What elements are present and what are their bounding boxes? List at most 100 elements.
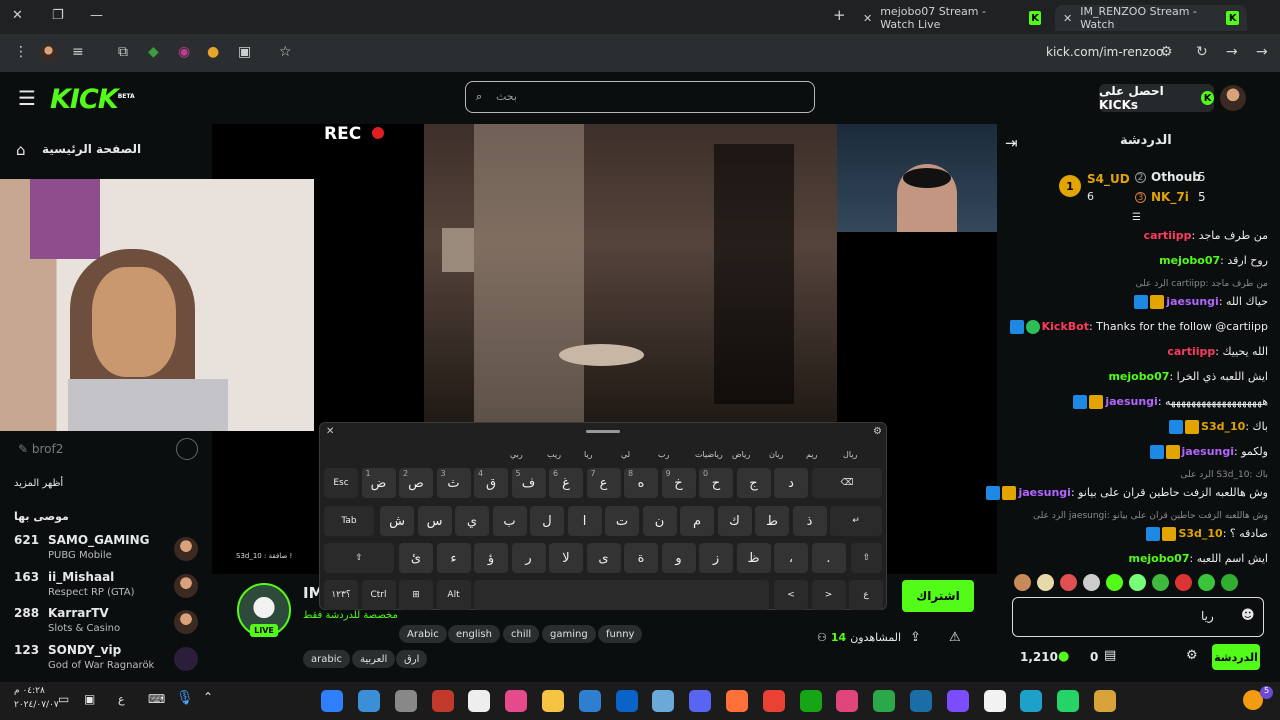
- keyboard-key[interactable]: د: [774, 468, 808, 498]
- keyboard-key[interactable]: ج: [736, 468, 771, 498]
- keyboard-key[interactable]: ز: [699, 543, 733, 573]
- keyboard-key[interactable]: س: [417, 506, 452, 536]
- keyboard-key[interactable]: 9خ: [661, 468, 696, 498]
- keyboard-suggestion[interactable]: ريان: [769, 450, 783, 459]
- emote-bar[interactable]: [1014, 574, 1264, 594]
- leader-name[interactable]: Othoub: [1151, 170, 1201, 184]
- keyboard-key[interactable]: 8ه: [624, 468, 658, 498]
- collapse-icon[interactable]: [176, 438, 198, 460]
- keyboard-key[interactable]: لا: [549, 543, 583, 573]
- mail-icon[interactable]: [652, 690, 675, 712]
- keyboard-key[interactable]: Esc: [324, 468, 358, 498]
- chat-message[interactable]: jaesungi: حياك الله: [1134, 295, 1268, 309]
- sidebar-item-home[interactable]: الصفحة الرئيسية: [42, 142, 141, 156]
- keyboard-key[interactable]: .: [811, 543, 846, 573]
- notifications-icon[interactable]: ▭: [58, 692, 69, 706]
- close-keyboard-icon[interactable]: ✕: [326, 426, 334, 437]
- keyboard-key[interactable]: ط: [755, 506, 789, 536]
- keyboard-key[interactable]: ؟١٢٣: [324, 580, 358, 610]
- keyboard-key[interactable]: ة: [624, 543, 658, 573]
- keyboard-key[interactable]: ؤ: [474, 543, 508, 573]
- keyboard-key[interactable]: ⇧: [851, 543, 882, 573]
- reading-list-icon[interactable]: ≡: [72, 44, 84, 60]
- menu-dots-icon[interactable]: ⋮: [14, 44, 28, 60]
- chrome-icon[interactable]: [1094, 690, 1116, 712]
- keyboard-key[interactable]: ن: [642, 506, 677, 536]
- tab-im-renzoo[interactable]: ✕ IM_RENZOO Stream - Watch K: [1055, 5, 1247, 31]
- vm-icon[interactable]: [394, 690, 417, 712]
- xbox-app-icon[interactable]: [799, 690, 822, 712]
- collapse-chat-icon[interactable]: ⇥: [1005, 134, 1018, 152]
- keyboard-key[interactable]: ت: [605, 506, 639, 536]
- keyboard-key[interactable]: ل: [530, 506, 564, 536]
- keyboard-tray-icon[interactable]: ⌨: [148, 692, 165, 706]
- tag-chip[interactable]: funny: [598, 625, 643, 643]
- input-language[interactable]: ع: [118, 693, 125, 706]
- whatsapp-icon[interactable]: [1057, 690, 1080, 712]
- keyboard-suggestion[interactable]: رياضيات: [695, 450, 723, 459]
- emoji-icon[interactable]: ☻: [1241, 608, 1255, 623]
- keyboard-key[interactable]: ر: [511, 543, 546, 573]
- keyboard-key[interactable]: 4ق: [474, 468, 508, 498]
- chat-message[interactable]: cartiipp: من طرف ماجد: [1144, 229, 1268, 242]
- close-tab-icon[interactable]: ✕: [863, 12, 872, 25]
- back-icon[interactable]: →: [1256, 44, 1268, 60]
- tag-chip[interactable]: gaming: [542, 625, 596, 643]
- bookmark-star-icon[interactable]: ☆: [279, 44, 292, 60]
- keyboard-key[interactable]: ك: [717, 506, 752, 536]
- xbox-icon[interactable]: [873, 690, 896, 712]
- close-tab-icon[interactable]: ✕: [1063, 12, 1072, 25]
- keyboard-key[interactable]: ي: [455, 506, 489, 536]
- sidebar-item-karrar[interactable]: 288 KarrarTV Slots & Casino: [14, 606, 204, 636]
- keyboard-key[interactable]: Tab: [324, 506, 374, 536]
- keyboard-key[interactable]: ذ: [792, 506, 827, 536]
- keyboard-key[interactable]: ع: [849, 580, 883, 610]
- chat-message[interactable]: S3d_10: صادقه ؟: [1146, 527, 1268, 541]
- chat-message[interactable]: jaesungi: ولكمو: [1149, 445, 1268, 459]
- capcut-icon[interactable]: [983, 690, 1006, 712]
- clock-date[interactable]: ٢٠٢٤/٠٧/٠٧: [14, 700, 59, 710]
- chat-message[interactable]: mejobo07: روح ارقد: [1159, 254, 1268, 267]
- subscribe-button[interactable]: اشتراك: [902, 580, 974, 612]
- report-icon[interactable]: ⚠: [949, 630, 961, 645]
- share-icon[interactable]: ⇪: [910, 630, 921, 645]
- keyboard-suggestion[interactable]: رياض: [732, 450, 750, 459]
- forward-icon[interactable]: →: [1226, 44, 1238, 60]
- keyboard-drag-handle[interactable]: [586, 430, 620, 433]
- search-box[interactable]: ⌕ بحث: [465, 81, 815, 113]
- keyboard-suggestion[interactable]: لي: [621, 450, 630, 459]
- tag-chip[interactable]: Arabic: [399, 625, 447, 643]
- chat-message[interactable]: cartiipp: الله يحييك: [1167, 345, 1268, 358]
- close-window-icon[interactable]: ✕: [12, 8, 23, 23]
- clock-time[interactable]: ٠٤:٢٨ م: [14, 686, 45, 696]
- edge-icon[interactable]: [1020, 690, 1043, 712]
- extensions-icon[interactable]: ⧉: [118, 44, 128, 60]
- store-icon[interactable]: [578, 690, 601, 712]
- keyboard-key[interactable]: ⌫: [812, 468, 882, 498]
- keyboard-suggestion[interactable]: ربي: [510, 450, 523, 459]
- chrome-alt-icon[interactable]: [762, 690, 785, 712]
- keyboard-suggestion[interactable]: ريب: [547, 450, 561, 459]
- sidebar-item-mishaal[interactable]: 163 ii_Mishaal Respect RP (GTA): [14, 570, 204, 600]
- keyboard-suggestion[interactable]: ريم: [806, 450, 817, 459]
- chat-message[interactable]: jaesungi: وش هاللعبه الزفت حاطين قران عل…: [986, 486, 1268, 500]
- keyboard-key[interactable]: 5ف: [511, 468, 546, 498]
- keyboard-key[interactable]: ⇧: [324, 543, 394, 573]
- reload-icon[interactable]: ↻: [1196, 44, 1208, 60]
- keyboard-key[interactable]: ا: [567, 506, 602, 536]
- keyboard-key[interactable]: 6غ: [549, 468, 583, 498]
- extension-square-icon[interactable]: ▣: [238, 44, 251, 60]
- obs-alt-icon[interactable]: [431, 690, 454, 712]
- chat-input[interactable]: ريا ☻: [1012, 597, 1264, 637]
- hamburger-menu-icon[interactable]: ☰: [18, 86, 36, 110]
- keyboard-key[interactable]: 0ح: [699, 468, 733, 498]
- keyboard-key[interactable]: ظ: [736, 543, 771, 573]
- copilot-app-icon[interactable]: [505, 690, 528, 712]
- keyboard-key[interactable]: Ctrl: [361, 580, 396, 610]
- keyboard-key[interactable]: >: [811, 580, 846, 610]
- keyboard-key[interactable]: [474, 580, 769, 610]
- capcut-alt-icon[interactable]: [468, 690, 491, 712]
- home-icon[interactable]: ⌂: [16, 141, 26, 159]
- site-settings-icon[interactable]: ⚙: [1160, 44, 1173, 60]
- minimize-window-icon[interactable]: —: [90, 8, 103, 23]
